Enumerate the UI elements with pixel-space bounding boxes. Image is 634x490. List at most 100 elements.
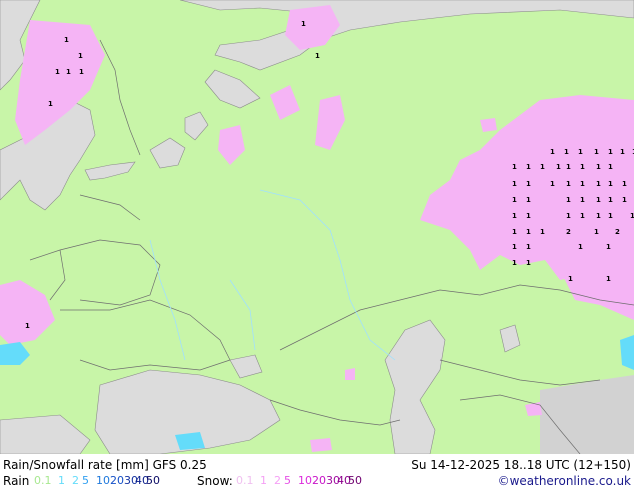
precip-value-label: 1 bbox=[578, 148, 583, 156]
precip-value-label: 1 bbox=[564, 148, 569, 156]
precip-value-label: 1 bbox=[596, 212, 601, 220]
footer-bar: Rain/Snowfall rate [mm] GFS 0.25 Su 14-1… bbox=[0, 454, 634, 490]
precip-value-label: 1 bbox=[550, 180, 555, 188]
precip-value-label: 1 bbox=[566, 163, 571, 171]
river-don bbox=[229, 279, 256, 351]
snow-legend-item: 1 bbox=[260, 474, 267, 487]
precip-value-label: 1 bbox=[526, 243, 531, 251]
precip-value-label: 1 bbox=[526, 163, 531, 171]
precip-value-label: 1 bbox=[512, 259, 517, 267]
snow-north bbox=[315, 95, 345, 150]
forecast-datetime: Su 14-12-2025 18..18 UTC (12+150) bbox=[411, 458, 631, 472]
rain-areas bbox=[0, 335, 634, 450]
precip-value-label: 1 bbox=[48, 100, 53, 108]
rain-legend-item: 10 bbox=[96, 474, 110, 487]
precip-value-label: 1 bbox=[25, 322, 30, 330]
snow-legend-item: 10 bbox=[298, 474, 312, 487]
snow-kola-2 bbox=[270, 85, 300, 120]
precip-value-label: 1 bbox=[630, 212, 634, 220]
snow-areas bbox=[0, 5, 634, 452]
precip-value-label: 1 bbox=[526, 180, 531, 188]
precip-value-label: 1 bbox=[540, 228, 545, 236]
river-dnieper bbox=[149, 239, 186, 361]
snow-legend-item: 0.1 bbox=[236, 474, 254, 487]
precip-value-label: 1 bbox=[608, 196, 613, 204]
border-estonia-latvia bbox=[79, 194, 141, 221]
central-asia-gray bbox=[540, 375, 634, 454]
map-title: Rain/Snowfall rate [mm] GFS 0.25 bbox=[3, 458, 207, 472]
precip-value-label: 1 bbox=[606, 243, 611, 251]
white-sea bbox=[204, 69, 261, 109]
snow-kola bbox=[285, 5, 340, 50]
rain-legend-item: 20 bbox=[110, 474, 124, 487]
snow-legend-item: 2 bbox=[274, 474, 281, 487]
credit-link[interactable]: ©weatheronline.co.uk bbox=[498, 474, 631, 488]
snow-legend-item: 5 bbox=[284, 474, 291, 487]
aral-sea bbox=[499, 324, 521, 353]
precip-value-label: 1 bbox=[64, 36, 69, 44]
precip-value-label: 1 bbox=[301, 20, 306, 28]
snow-south-1 bbox=[345, 368, 355, 380]
border-caucasus bbox=[269, 399, 401, 426]
precip-value-label: 1 bbox=[580, 196, 585, 204]
precip-value-label: 1 bbox=[526, 212, 531, 220]
snow-caspian bbox=[310, 438, 332, 452]
precip-value-label: 1 bbox=[596, 180, 601, 188]
precip-value-label: 2 bbox=[566, 228, 571, 236]
lake-onega bbox=[184, 111, 209, 141]
precip-value-label: 1 bbox=[512, 243, 517, 251]
snow-legend-label: Snow: bbox=[197, 474, 233, 488]
barents-sea bbox=[179, 0, 634, 71]
precip-value-label: 1 bbox=[622, 180, 627, 188]
precip-value-label: 1 bbox=[566, 212, 571, 220]
precip-value-label: 1 bbox=[55, 68, 60, 76]
precip-value-label: 1 bbox=[594, 148, 599, 156]
weather-map[interactable]: 1111111111111111111111111111111111111111… bbox=[0, 0, 634, 454]
precip-value-label: 1 bbox=[526, 259, 531, 267]
precip-value-label: 1 bbox=[512, 212, 517, 220]
rain-legend-item: 2 bbox=[72, 474, 79, 487]
precip-value-label: 1 bbox=[578, 243, 583, 251]
precip-value-label: 1 bbox=[594, 228, 599, 236]
snow-legend-item: 50 bbox=[348, 474, 362, 487]
precip-value-label: 1 bbox=[512, 180, 517, 188]
precip-value-label: 1 bbox=[596, 196, 601, 204]
precip-value-label: 1 bbox=[512, 228, 517, 236]
precip-value-label: 1 bbox=[580, 163, 585, 171]
rain-legend-item: 5 bbox=[82, 474, 89, 487]
precip-value-label: 1 bbox=[512, 196, 517, 204]
precip-value-label: 1 bbox=[315, 52, 320, 60]
rain-legend-item: 1 bbox=[58, 474, 65, 487]
rain-legend-item: 50 bbox=[146, 474, 160, 487]
precip-value-label: 1 bbox=[526, 228, 531, 236]
precip-value-label: 1 bbox=[620, 148, 625, 156]
lake-ladoga bbox=[149, 137, 186, 169]
precip-value-label: 1 bbox=[512, 163, 517, 171]
border-finland-russia bbox=[99, 39, 141, 156]
precip-value-label: 1 bbox=[608, 180, 613, 188]
snow-legend-item: 20 bbox=[312, 474, 326, 487]
rain-legend-item: 0.1 bbox=[34, 474, 52, 487]
rain-baltic bbox=[0, 342, 30, 365]
precip-value-label: 1 bbox=[526, 196, 531, 204]
sea-of-azov bbox=[229, 354, 263, 379]
precip-value-label: 1 bbox=[580, 180, 585, 188]
border-belarus bbox=[59, 239, 161, 306]
precip-value-label: 1 bbox=[66, 68, 71, 76]
river-volga bbox=[259, 189, 396, 361]
precip-value-label: 1 bbox=[580, 212, 585, 220]
snow-baltic-states bbox=[0, 280, 55, 345]
precip-value-label: 1 bbox=[550, 148, 555, 156]
precip-value-label: 1 bbox=[540, 163, 545, 171]
precip-value-label: 1 bbox=[78, 52, 83, 60]
precip-value-label: 1 bbox=[566, 196, 571, 204]
precip-value-label: 2 bbox=[615, 228, 620, 236]
map-canvas bbox=[0, 0, 634, 454]
precip-value-label: 1 bbox=[79, 68, 84, 76]
snow-south-2 bbox=[525, 402, 542, 416]
precip-value-label: 1 bbox=[566, 180, 571, 188]
precip-value-label: 1 bbox=[622, 196, 627, 204]
rain-black-sea bbox=[175, 432, 205, 450]
snow-east-small bbox=[480, 118, 497, 132]
border-kazakh-south bbox=[439, 359, 601, 386]
